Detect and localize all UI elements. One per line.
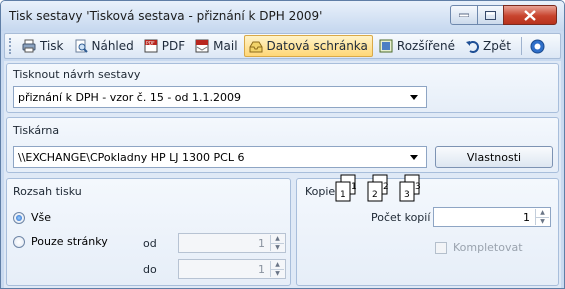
- from-page-spinner[interactable]: 1 ▲ ▼: [178, 233, 286, 253]
- minimize-button[interactable]: [450, 5, 478, 25]
- report-label: Tisknout návrh sestavy: [13, 68, 141, 81]
- printer-group: Tiskárna \\EXCHANGE\CPokladny HP LJ 1300…: [6, 117, 559, 173]
- maximize-button[interactable]: [477, 5, 504, 25]
- printer-icon: [22, 39, 36, 53]
- minimize-icon: [459, 13, 469, 17]
- preview-button[interactable]: Náhled: [70, 35, 138, 57]
- print-button[interactable]: Tisk: [18, 35, 68, 57]
- copies-count-spinner[interactable]: 1 ▲ ▼: [433, 207, 551, 227]
- report-group: Tisknout návrh sestavy přiznání k DPH - …: [6, 63, 559, 113]
- close-icon: [524, 9, 536, 21]
- copies-count-label: Počet kopií: [371, 211, 431, 224]
- databox-icon: [249, 39, 263, 53]
- page-number: 1: [351, 182, 357, 192]
- page-number: 2: [372, 190, 378, 200]
- pdf-button[interactable]: PDF PDF: [140, 35, 189, 57]
- mail-pdf-icon: [195, 39, 209, 53]
- properties-button[interactable]: Vlastnosti: [435, 146, 553, 168]
- printer-label: Tiskárna: [13, 124, 60, 137]
- extended-button[interactable]: Rozšířené: [375, 35, 459, 57]
- printer-select-value: \\EXCHANGE\CPokladny HP LJ 1300 PCL 6: [18, 150, 245, 164]
- preview-icon: [74, 39, 88, 53]
- maximize-icon: [485, 10, 496, 20]
- chevron-down-icon[interactable]: [410, 155, 418, 160]
- to-page-spinner[interactable]: 1 ▲ ▼: [178, 259, 286, 279]
- mail-button[interactable]: Mail: [191, 35, 241, 57]
- toolbar-grip[interactable]: [9, 38, 12, 54]
- spin-down-icon[interactable]: ▼: [536, 216, 549, 226]
- extended-label: Rozšířené: [396, 39, 455, 53]
- range-all-label: Vše: [31, 211, 52, 224]
- mail-label: Mail: [213, 39, 238, 53]
- spin-down-icon[interactable]: ▼: [271, 268, 284, 278]
- printer-select[interactable]: \\EXCHANGE\CPokladny HP LJ 1300 PCL 6: [13, 146, 427, 168]
- help-icon: [530, 39, 545, 54]
- collate-label: Kompletovat: [453, 241, 523, 254]
- title-bar[interactable]: Tisk sestavy 'Tisková sestava - přiznání…: [1, 1, 564, 31]
- svg-text:PDF: PDF: [146, 41, 155, 47]
- databox-label: Datová schránka: [266, 39, 368, 53]
- help-button[interactable]: [526, 35, 553, 57]
- undo-icon: [465, 39, 479, 53]
- undo-label: Zpět: [482, 39, 511, 53]
- copies-label: Kopie: [305, 185, 336, 198]
- print-label: Tisk: [40, 39, 64, 53]
- databox-button[interactable]: Datová schránka: [243, 35, 373, 57]
- print-range-group: Rozsah tisku Vše Pouze stránky od 1 ▲ ▼ d…: [6, 178, 291, 286]
- pdf-icon: PDF: [144, 39, 158, 53]
- pdf-label: PDF: [161, 39, 186, 53]
- range-all-radio[interactable]: [13, 211, 25, 224]
- from-page-value: 1: [258, 236, 265, 250]
- undo-button[interactable]: Zpět: [461, 35, 515, 57]
- range-all-option[interactable]: Vše: [13, 211, 51, 224]
- toolbar: Tisk Náhled PDF PDF Mail Datová schránka…: [4, 33, 561, 59]
- close-button[interactable]: [503, 5, 557, 25]
- dialog-body: Tisknout návrh sestavy přiznání k DPH - …: [4, 61, 561, 288]
- chevron-down-icon[interactable]: [410, 95, 418, 100]
- collate-option[interactable]: Kompletovat: [435, 241, 523, 254]
- collate-checkbox[interactable]: [435, 241, 447, 254]
- collate-pages-illustration: 1 1 2 2 3 3: [335, 174, 421, 202]
- report-select[interactable]: přiznání k DPH - vzor č. 15 - od 1.1.200…: [13, 86, 427, 108]
- spin-up-icon[interactable]: ▲: [536, 209, 549, 217]
- to-page-value: 1: [258, 262, 265, 276]
- window-title: Tisk sestavy 'Tisková sestava - přiznání…: [9, 9, 323, 23]
- page-number: 2: [383, 182, 389, 192]
- report-select-value: přiznání k DPH - vzor č. 15 - od 1.1.200…: [18, 90, 242, 104]
- page-number: 1: [340, 190, 346, 200]
- range-pages-option[interactable]: Pouze stránky: [13, 235, 108, 248]
- print-range-label: Rozsah tisku: [13, 185, 82, 198]
- toolbar-separator: [520, 37, 522, 55]
- spin-up-icon[interactable]: ▲: [271, 261, 284, 269]
- print-dialog-window: Tisk sestavy 'Tisková sestava - přiznání…: [0, 0, 565, 289]
- copies-count-value: 1: [523, 210, 530, 224]
- to-label: do: [143, 263, 157, 276]
- spin-down-icon[interactable]: ▼: [271, 242, 284, 252]
- page-number: 3: [415, 182, 421, 192]
- from-label: od: [143, 237, 157, 250]
- range-pages-radio[interactable]: [13, 235, 25, 248]
- spin-up-icon[interactable]: ▲: [271, 235, 284, 243]
- page-number: 3: [404, 190, 410, 200]
- preview-label: Náhled: [91, 39, 134, 53]
- extended-icon: [379, 39, 393, 53]
- range-pages-label: Pouze stránky: [31, 235, 108, 248]
